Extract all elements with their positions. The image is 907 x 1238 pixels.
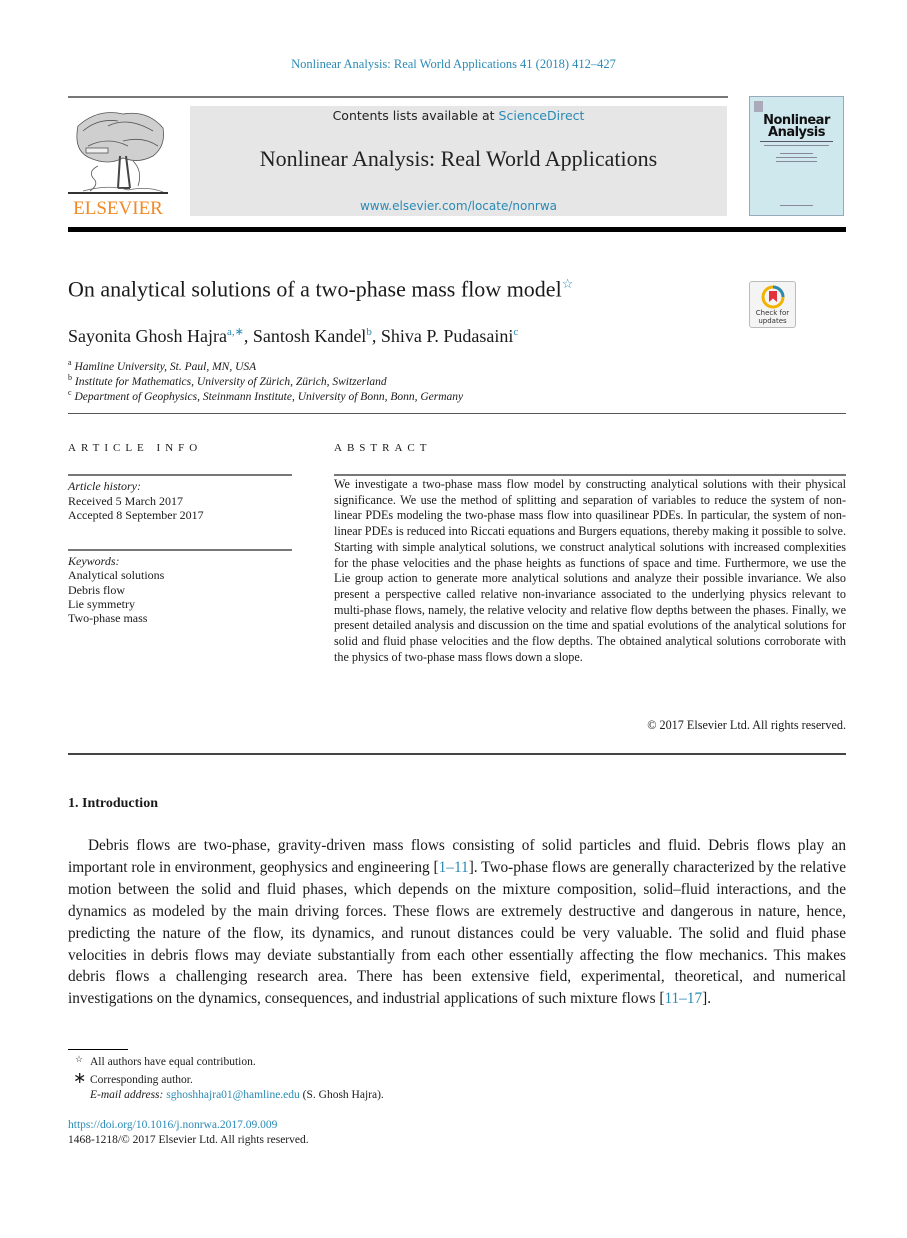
abstract-copyright: © 2017 Elsevier Ltd. All rights reserved… [647,718,846,732]
crossmark-icon [761,285,785,309]
keyword: Two-phase mass [68,611,148,625]
elsevier-tree-icon: ELSEVIER [68,112,168,219]
affiliation: a Hamline University, St. Paul, MN, USA [68,358,257,373]
cover-editor-line [776,157,817,158]
journal-title: Nonlinear Analysis: Real World Applicati… [259,146,658,171]
keywords-label: Keywords: [68,554,120,568]
article-info-rule [68,474,292,476]
cover-title: Nonlinear Analysis [763,113,830,140]
cover-editor-line [776,161,817,162]
journal-cover-thumbnail[interactable]: Nonlinear Analysis [749,96,844,216]
contents-prefix: Contents lists available at [332,108,499,123]
author-affiliation-mark[interactable]: c [513,326,518,338]
keyword: Analytical solutions [68,568,165,582]
abstract-rule [334,474,846,476]
email-line: E-mail address: sghoshhajra01@hamline.ed… [90,1089,384,1101]
star-footnote-text: All authors have equal contribution. [90,1056,256,1068]
corresponding-footnote-mark: ∗ [73,1070,87,1087]
author-affiliation-mark[interactable]: a,∗ [227,326,244,338]
doi-link[interactable]: https://doi.org/10.1016/j.nonrwa.2017.09… [68,1119,277,1131]
article-title: On analytical solutions of a two-phase m… [68,276,574,302]
author-name[interactable]: Santosh Kandel [253,326,366,346]
elsevier-logo[interactable]: ELSEVIER [68,106,168,219]
citation-link[interactable]: 11–17 [664,990,702,1007]
corresponding-footnote-text: Corresponding author. [90,1074,193,1086]
header-bottom-rule [68,227,846,232]
check-for-updates-badge[interactable]: Check for updates [749,281,796,328]
affiliation: b Institute for Mathematics, University … [68,373,387,388]
accepted-date: Accepted 8 September 2017 [68,508,204,522]
article-info-heading: ARTICLE INFO [68,442,203,454]
sciencedirect-link[interactable]: ScienceDirect [499,108,585,123]
cover-subtitle-line [760,141,833,142]
abstract-heading: ABSTRACT [334,442,432,454]
author-name[interactable]: Sayonita Ghosh Hajra [68,326,227,346]
cover-subtitle-line [764,145,829,146]
journal-url-link[interactable]: www.elsevier.com/locate/nonrwa [190,199,727,213]
check-for-updates-label: Check for updates [755,309,790,325]
author-name[interactable]: Shiva P. Pudasaini [381,326,514,346]
keyword: Lie symmetry [68,597,135,611]
section-heading-introduction: 1. Introduction [68,796,158,811]
journal-banner: Contents lists available at ScienceDirec… [190,106,727,216]
journal-reference-link[interactable]: Nonlinear Analysis: Real World Applicati… [0,57,907,72]
affiliation: c Department of Geophysics, Steinmann In… [68,388,464,403]
footnote-rule [68,1049,128,1050]
star-footnote-mark: ☆ [75,1054,84,1064]
cover-emblem [754,101,763,112]
keywords-rule [68,549,292,551]
abstract-bottom-divider [68,753,846,755]
keyword: Debris flow [68,583,125,597]
title-footnote-mark[interactable]: ☆ [562,276,574,291]
article-history-label: Article history: [68,479,141,493]
elsevier-wordmark: ELSEVIER [73,198,163,216]
citation-link[interactable]: 1–11 [439,859,469,876]
cover-footer-line [780,205,813,206]
cover-editor-line [780,153,813,154]
received-date: Received 5 March 2017 [68,494,183,508]
email-link[interactable]: sghoshhajra01@hamline.edu [166,1089,300,1101]
introduction-paragraph: Debris flows are two-phase, gravity-driv… [68,837,846,1008]
header-top-rule [68,96,728,98]
issn-copyright: 1468-1218/© 2017 Elsevier Ltd. All right… [68,1134,309,1146]
contents-line: Contents lists available at ScienceDirec… [190,108,727,123]
abstract-text: We investigate a two-phase mass flow mod… [334,477,846,664]
affiliations-divider [68,413,846,414]
author-list: Sayonita Ghosh Hajraa,∗, Santosh Kandelb… [68,326,519,346]
